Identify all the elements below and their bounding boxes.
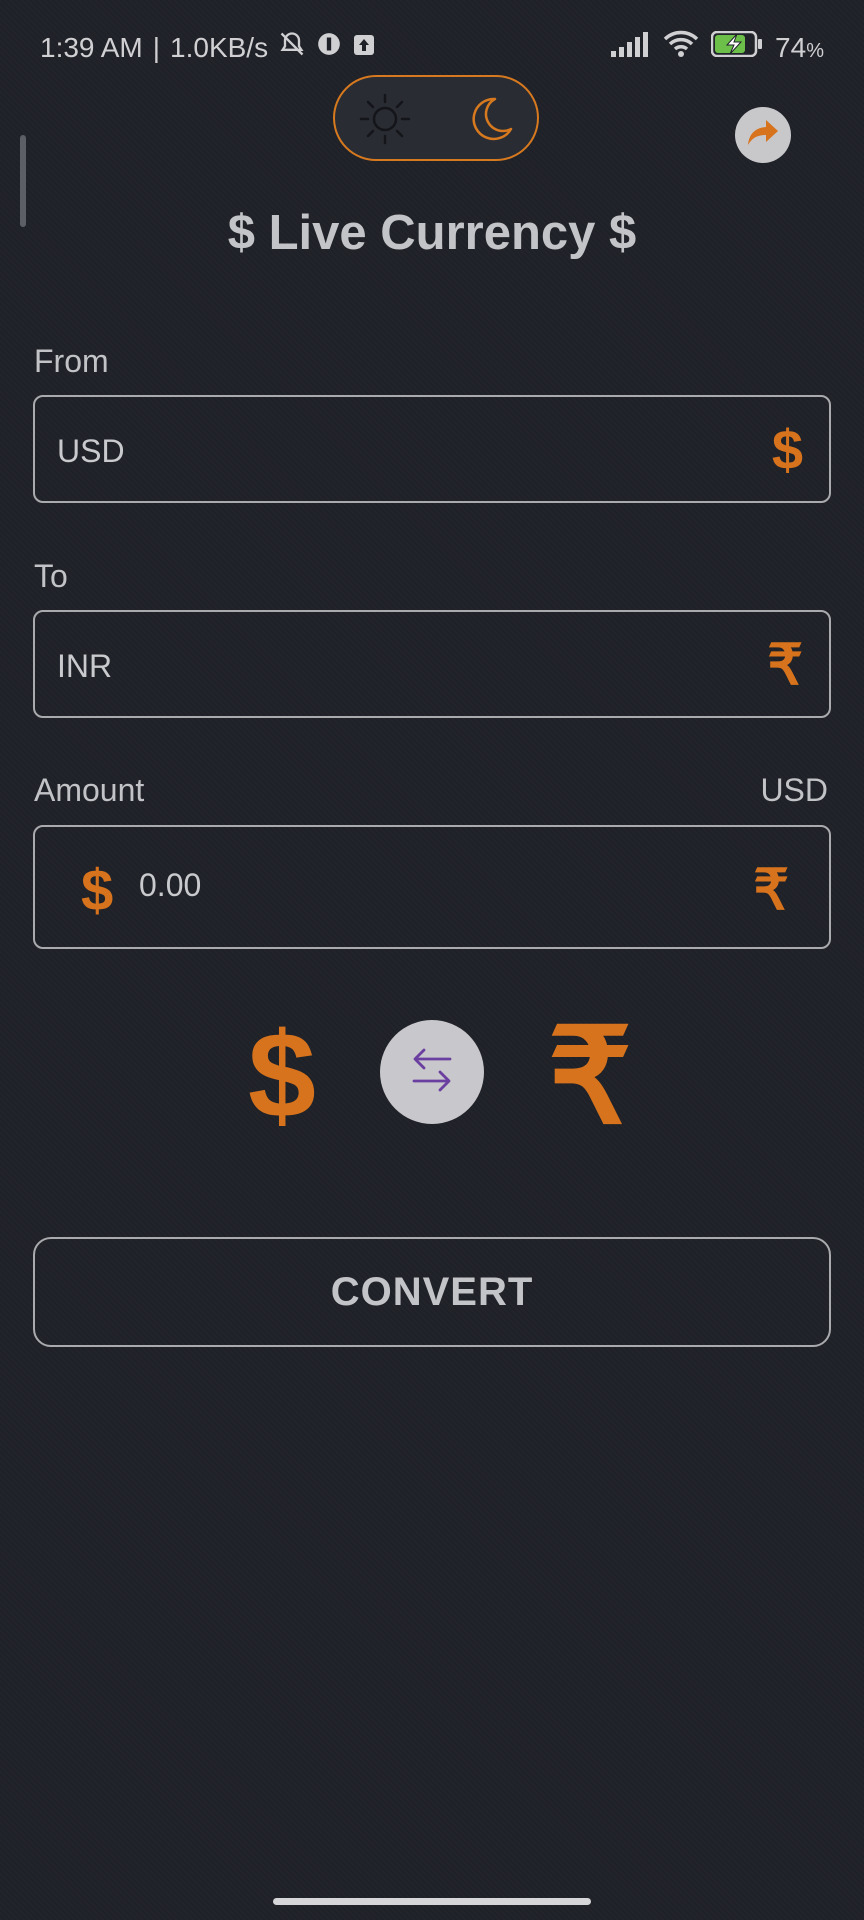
swap-arrows-icon xyxy=(408,1043,456,1102)
from-symbol-large: $ xyxy=(248,1007,316,1143)
status-bar-right: 74% xyxy=(611,30,824,65)
to-currency-field[interactable]: INR ₹ xyxy=(33,610,831,718)
battery-percent: 74% xyxy=(775,32,824,64)
from-currency-value: USD xyxy=(57,433,125,469)
swap-button[interactable] xyxy=(380,1020,484,1124)
home-indicator[interactable] xyxy=(273,1898,591,1905)
to-currency-value: INR xyxy=(57,648,113,684)
rupee-icon: ₹ xyxy=(753,858,789,921)
theme-toggle[interactable] xyxy=(333,75,539,161)
rupee-icon: ₹ xyxy=(767,633,803,696)
battery-charging-icon xyxy=(710,30,763,64)
status-separator: | xyxy=(152,31,161,63)
wifi-icon xyxy=(663,30,699,65)
share-button[interactable] xyxy=(735,107,791,163)
upload-icon xyxy=(352,32,376,64)
muted-bell-icon xyxy=(278,30,306,65)
share-icon xyxy=(746,118,780,153)
status-network-speed: 1.0KB/s xyxy=(170,31,269,63)
circle-app-icon xyxy=(316,31,342,64)
dollar-icon: $ xyxy=(771,418,803,481)
from-currency-field[interactable]: USD $ xyxy=(33,395,831,503)
status-time: 1:39 AM xyxy=(40,31,143,63)
convert-button[interactable]: CONVERT xyxy=(33,1237,831,1347)
battery-percent-value: 74 xyxy=(775,31,807,63)
to-symbol-large: ₹ xyxy=(548,1003,632,1150)
signal-icon xyxy=(611,31,651,64)
to-label: To xyxy=(34,558,68,594)
sun-icon[interactable] xyxy=(355,89,415,149)
dollar-icon: $ xyxy=(81,858,114,923)
page-title: $ Live Currency $ xyxy=(227,206,637,260)
amount-unit-label: USD xyxy=(760,772,828,808)
status-bar-left: 1:39 AM | 1.0KB/s xyxy=(40,30,376,65)
battery-percent-sign: % xyxy=(806,39,824,62)
from-label: From xyxy=(34,343,109,379)
amount-field[interactable]: $ 0.00 ₹ xyxy=(33,825,831,949)
moon-icon[interactable] xyxy=(465,93,517,145)
amount-label: Amount xyxy=(34,772,145,808)
amount-value: 0.00 xyxy=(139,867,202,903)
